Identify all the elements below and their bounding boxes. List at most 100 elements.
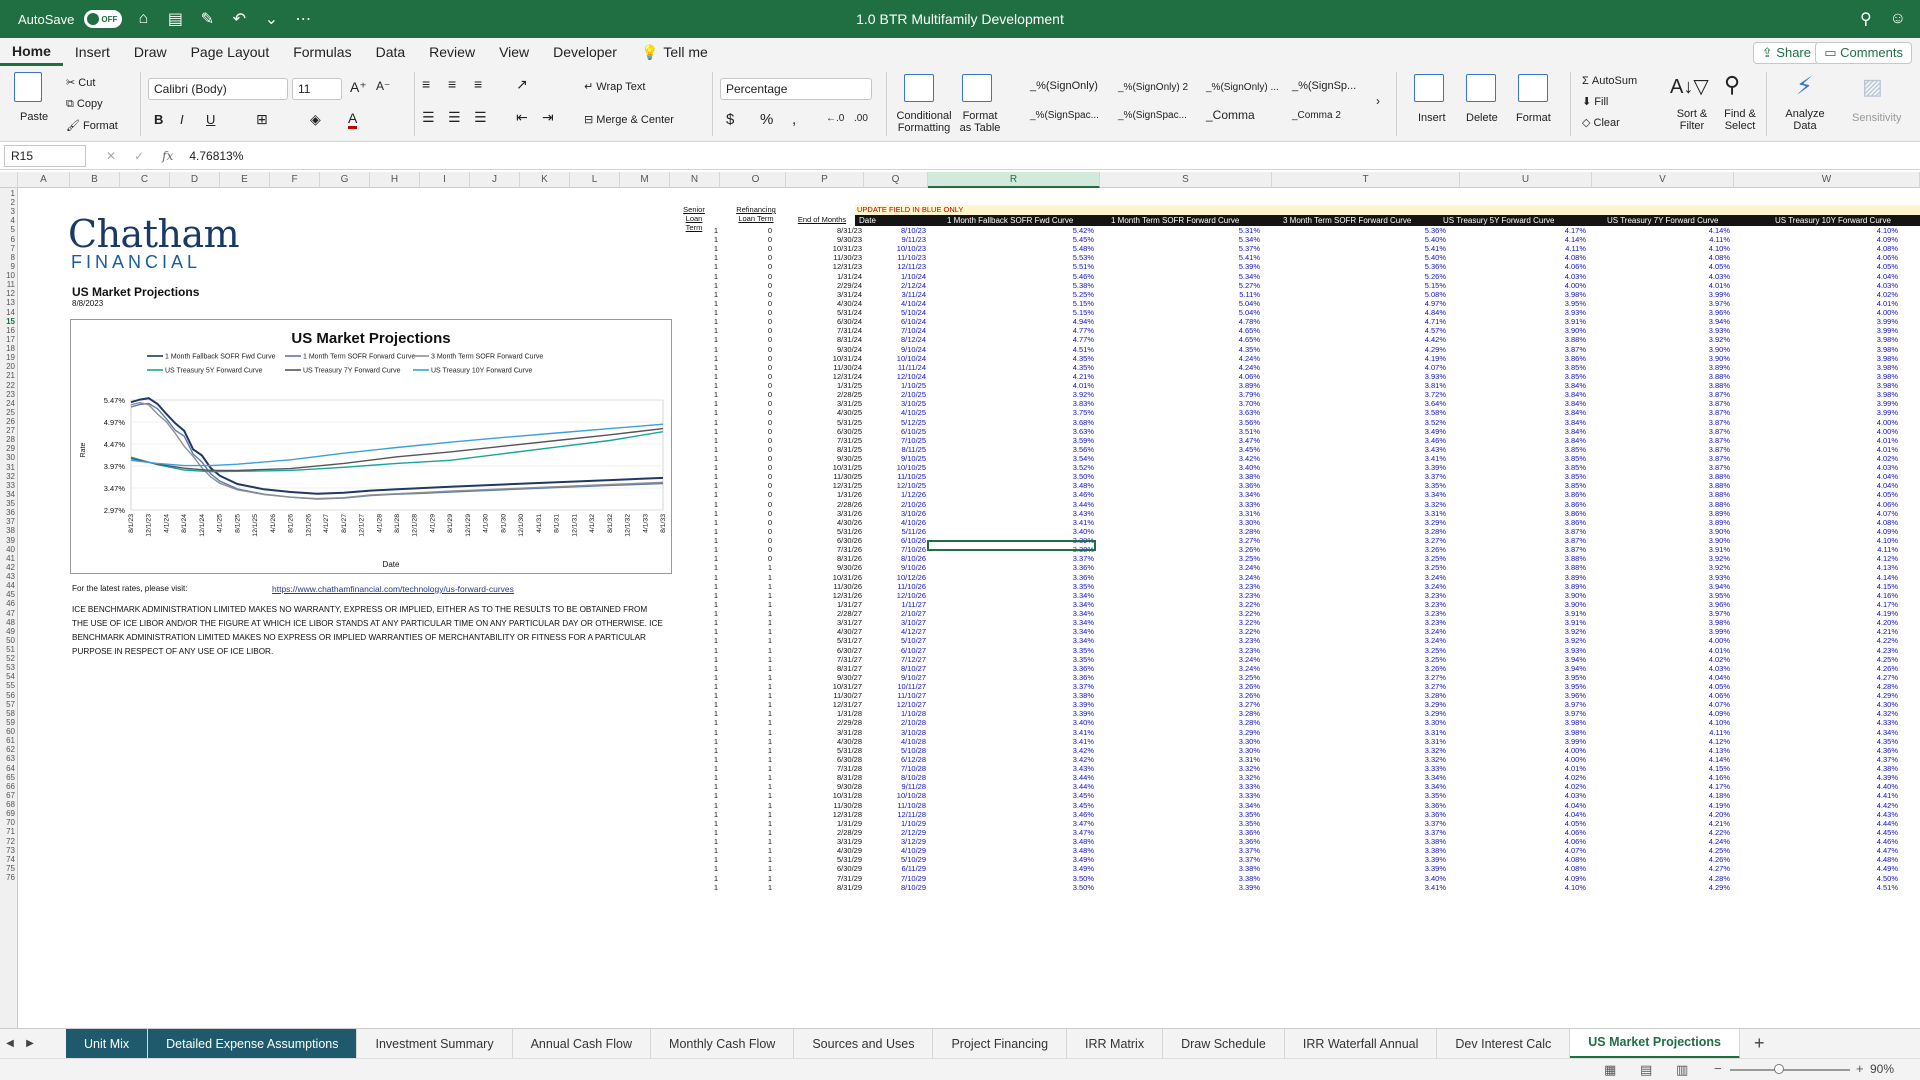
add-sheet-button[interactable]: +: [1740, 1033, 1779, 1054]
table-cell[interactable]: 1/31/29: [800, 819, 862, 828]
table-cell[interactable]: 1: [706, 709, 726, 718]
table-cell[interactable]: 0: [760, 299, 780, 308]
table-cell[interactable]: 1: [706, 591, 726, 600]
table-cell[interactable]: 4.09%: [1852, 235, 1898, 244]
table-cell[interactable]: 0: [760, 345, 780, 354]
table-cell[interactable]: 4.08%: [1522, 864, 1586, 873]
sort-filter-icon[interactable]: A↓▽: [1670, 74, 1709, 99]
sheet-tab-investment-summary[interactable]: Investment Summary: [357, 1028, 513, 1059]
row-header[interactable]: 69: [0, 809, 17, 818]
table-cell[interactable]: 1: [760, 791, 780, 800]
row-header[interactable]: 74: [0, 855, 17, 864]
table-cell[interactable]: 3.88%: [1666, 381, 1730, 390]
table-cell[interactable]: 3.36%: [1196, 837, 1260, 846]
table-cell[interactable]: 9/30/24: [800, 345, 862, 354]
table-cell[interactable]: 8/11/25: [862, 445, 926, 454]
table-cell[interactable]: 3.98%: [1522, 290, 1586, 299]
table-cell[interactable]: 3.35%: [1382, 791, 1446, 800]
table-cell[interactable]: 12/31/24: [800, 372, 862, 381]
table-cell[interactable]: 1: [760, 782, 780, 791]
table-cell[interactable]: 3.41%: [1030, 737, 1094, 746]
table-cell[interactable]: 6/30/26: [800, 536, 862, 545]
table-cell[interactable]: 4.05%: [1666, 682, 1730, 691]
table-cell[interactable]: 1/10/28: [862, 709, 926, 718]
table-cell[interactable]: 3/10/26: [862, 509, 926, 518]
table-cell[interactable]: 7/31/24: [800, 326, 862, 335]
column-header-f[interactable]: F: [270, 172, 320, 188]
table-cell[interactable]: 3.32%: [1196, 764, 1260, 773]
insert-cells-icon[interactable]: [1414, 74, 1444, 102]
table-cell[interactable]: 4.03%: [1522, 791, 1586, 800]
table-cell[interactable]: 3.26%: [1196, 545, 1260, 554]
row-header[interactable]: 48: [0, 618, 17, 627]
table-cell[interactable]: 4.00%: [1666, 636, 1730, 645]
table-cell[interactable]: 12/31/28: [800, 810, 862, 819]
table-cell[interactable]: 1: [706, 737, 726, 746]
align-left-icon[interactable]: ☰: [422, 109, 435, 126]
table-cell[interactable]: 9/30/26: [800, 563, 862, 572]
format-as-table-icon[interactable]: [962, 74, 992, 102]
table-cell[interactable]: 1: [706, 272, 726, 281]
row-header[interactable]: 19: [0, 353, 17, 362]
table-cell[interactable]: 3.98%: [1852, 372, 1898, 381]
table-cell[interactable]: 4/10/26: [862, 518, 926, 527]
table-cell[interactable]: 3.96%: [1666, 600, 1730, 609]
row-header[interactable]: 71: [0, 827, 17, 836]
table-cell[interactable]: 8/31/24: [800, 335, 862, 344]
table-cell[interactable]: 4.05%: [1522, 819, 1586, 828]
table-cell[interactable]: 5.31%: [1196, 226, 1260, 235]
table-cell[interactable]: 3.39%: [1030, 700, 1094, 709]
table-cell[interactable]: 1: [706, 299, 726, 308]
table-cell[interactable]: 0: [760, 326, 780, 335]
table-cell[interactable]: 3/10/28: [862, 728, 926, 737]
table-cell[interactable]: 3.28%: [1196, 709, 1260, 718]
table-cell[interactable]: 4.04%: [1852, 481, 1898, 490]
table-cell[interactable]: 3.27%: [1382, 673, 1446, 682]
table-cell[interactable]: 3.84%: [1522, 390, 1586, 399]
table-cell[interactable]: 2/12/29: [862, 828, 926, 837]
table-cell[interactable]: 0: [760, 490, 780, 499]
table-cell[interactable]: 3.89%: [1522, 582, 1586, 591]
table-cell[interactable]: 3.85%: [1522, 472, 1586, 481]
table-cell[interactable]: 1: [760, 636, 780, 645]
row-header[interactable]: 72: [0, 837, 17, 846]
table-cell[interactable]: 3.90%: [1666, 536, 1730, 545]
table-cell[interactable]: 3.41%: [1382, 454, 1446, 463]
sheet-tab-us-market-projections[interactable]: US Market Projections: [1570, 1028, 1740, 1059]
table-cell[interactable]: 1: [706, 801, 726, 810]
table-cell[interactable]: 3.36%: [1382, 810, 1446, 819]
row-header[interactable]: 45: [0, 590, 17, 599]
table-cell[interactable]: 1: [706, 700, 726, 709]
table-cell[interactable]: 3.48%: [1030, 837, 1094, 846]
table-cell[interactable]: 3.36%: [1196, 481, 1260, 490]
table-cell[interactable]: 3.90%: [1522, 600, 1586, 609]
table-cell[interactable]: 3.90%: [1666, 527, 1730, 536]
table-cell[interactable]: 4.03%: [1852, 463, 1898, 472]
row-header[interactable]: 58: [0, 709, 17, 718]
table-cell[interactable]: 4.10%: [1666, 718, 1730, 727]
table-cell[interactable]: 4.42%: [1852, 801, 1898, 810]
table-cell[interactable]: 4.29%: [1666, 883, 1730, 892]
table-cell[interactable]: 0: [760, 500, 780, 509]
zoom-out-icon[interactable]: −: [1714, 1061, 1722, 1076]
table-cell[interactable]: 5/10/27: [862, 636, 926, 645]
table-cell[interactable]: 6/10/24: [862, 317, 926, 326]
table-cell[interactable]: 3.27%: [1196, 536, 1260, 545]
table-cell[interactable]: 4.11%: [1522, 244, 1586, 253]
table-cell[interactable]: 4.07%: [1666, 700, 1730, 709]
column-header-g[interactable]: G: [320, 172, 370, 188]
table-cell[interactable]: 12/31/23: [800, 262, 862, 271]
table-cell[interactable]: 3.98%: [1852, 390, 1898, 399]
table-cell[interactable]: 0: [760, 481, 780, 490]
row-header[interactable]: 42: [0, 563, 17, 572]
table-cell[interactable]: 3.39%: [1382, 864, 1446, 873]
table-cell[interactable]: 1/12/26: [862, 490, 926, 499]
table-cell[interactable]: 1: [706, 782, 726, 791]
table-cell[interactable]: 1: [760, 737, 780, 746]
table-cell[interactable]: 6/10/27: [862, 646, 926, 655]
table-cell[interactable]: 3.30%: [1382, 718, 1446, 727]
table-cell[interactable]: 3.85%: [1522, 445, 1586, 454]
table-cell[interactable]: 1: [760, 673, 780, 682]
table-cell[interactable]: 4.14%: [1666, 755, 1730, 764]
column-header-k[interactable]: K: [520, 172, 570, 188]
